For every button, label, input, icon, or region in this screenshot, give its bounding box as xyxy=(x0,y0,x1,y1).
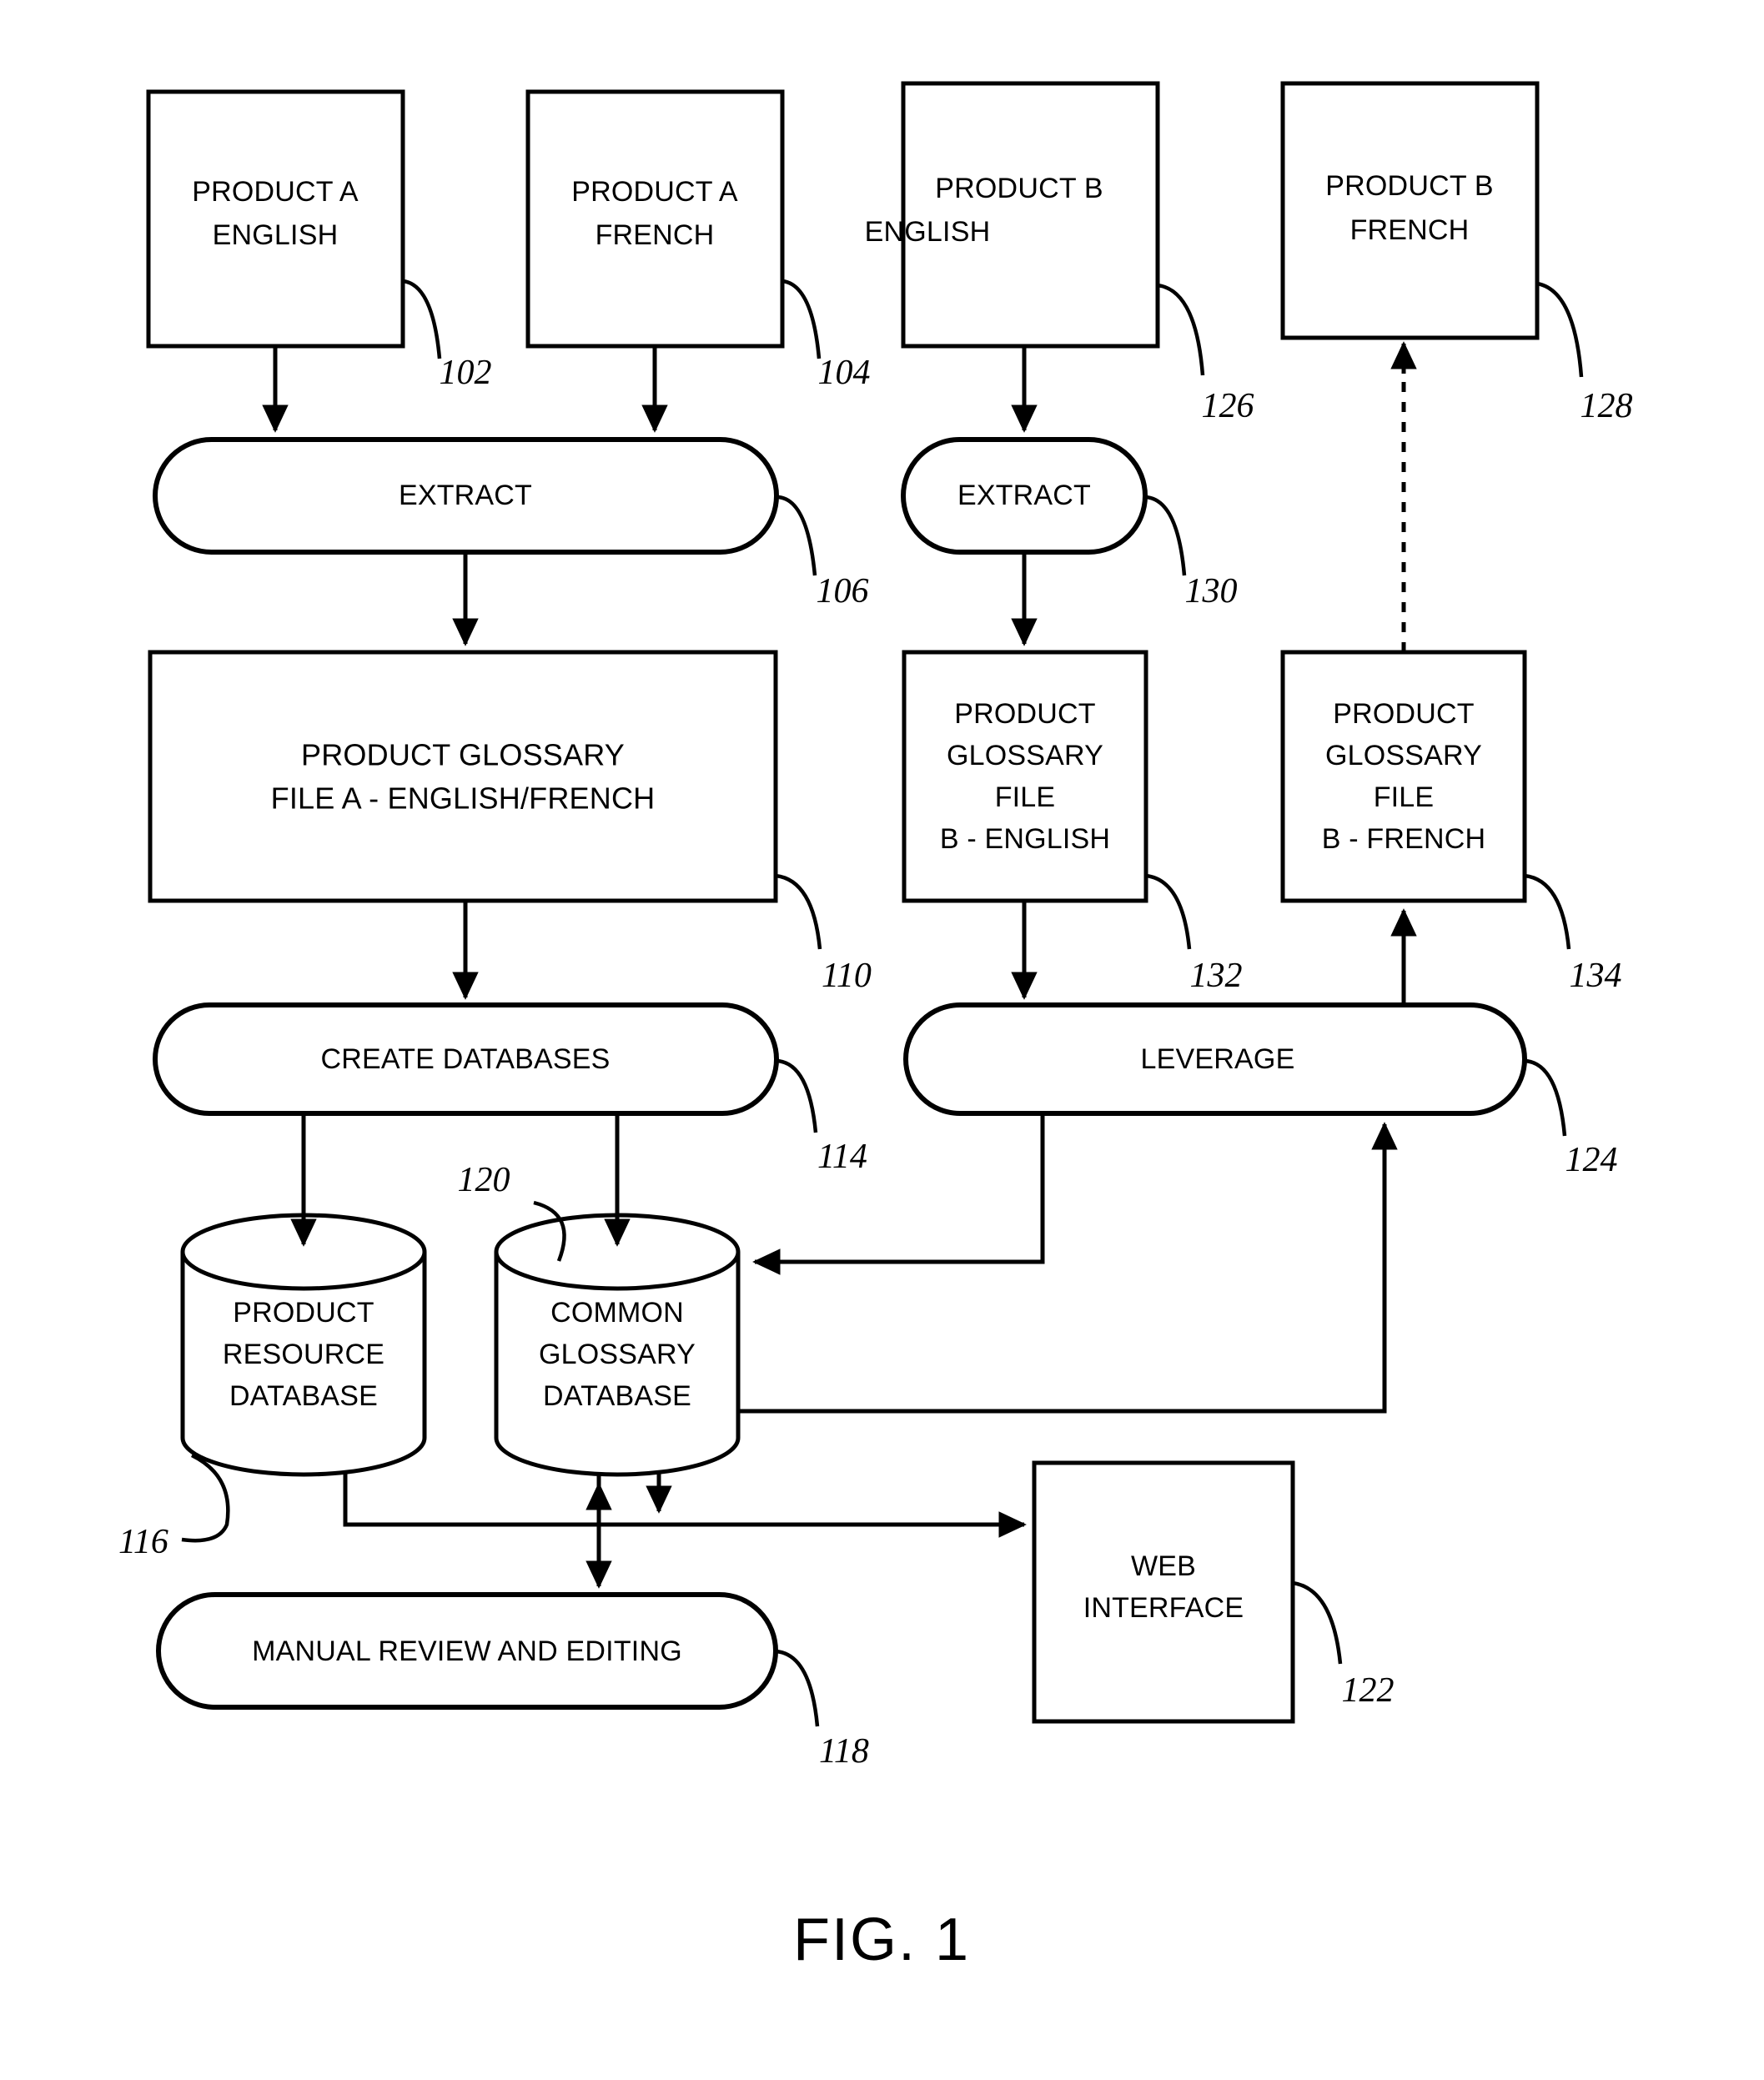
node-label-glossary-b-en-line1: PRODUCT xyxy=(954,698,1096,730)
diagram-canvas: PRODUCT A ENGLISH 102 PRODUCT A FRENCH 1… xyxy=(118,81,1633,1973)
node-label-prod-res-db-line2: RESOURCE xyxy=(223,1339,384,1370)
ref-number-118: 118 xyxy=(819,1732,869,1771)
node-leverage: LEVERAGE 124 xyxy=(903,1002,1618,1179)
node-label-product-b-french-line1: PRODUCT B xyxy=(1325,170,1493,202)
node-label-glossary-b-en-line4: B - ENGLISH xyxy=(940,823,1110,855)
node-label-glossary-b-fr-line1: PRODUCT xyxy=(1333,698,1475,730)
node-label-web-interface-line1: WEB xyxy=(1131,1550,1196,1582)
node-label-web-interface-line2: INTERFACE xyxy=(1083,1592,1244,1624)
node-glossary-file-b-french: PRODUCT GLOSSARY FILE B - FRENCH 134 xyxy=(1280,650,1622,995)
node-product-b-french: PRODUCT B FRENCH 128 xyxy=(1280,81,1633,425)
node-label-common-gloss-db-line1: COMMON xyxy=(550,1297,684,1329)
node-label-common-gloss-db-line3: DATABASE xyxy=(543,1380,691,1412)
node-label-glossary-b-en-line2: GLOSSARY xyxy=(947,740,1103,771)
ref-number-110: 110 xyxy=(822,957,872,995)
figure-caption: FIG. 1 xyxy=(793,1907,970,1973)
connector-116-to-122 xyxy=(343,1473,1027,1538)
connector-124-to-120 xyxy=(752,1113,1045,1275)
node-label-common-gloss-db-line2: GLOSSARY xyxy=(539,1339,696,1370)
ref-number-126: 126 xyxy=(1202,387,1254,425)
node-glossary-file-b-english: PRODUCT GLOSSARY FILE B - ENGLISH 132 xyxy=(902,650,1243,995)
ref-number-132: 132 xyxy=(1190,957,1243,995)
node-product-resource-database: PRODUCT RESOURCE DATABASE 116 xyxy=(118,1213,427,1561)
ref-number-116: 116 xyxy=(118,1523,168,1561)
node-extract-b: EXTRACT 130 xyxy=(901,437,1238,610)
node-product-a-french: PRODUCT A FRENCH 104 xyxy=(525,89,871,392)
patent-figure: PRODUCT A ENGLISH 102 PRODUCT A FRENCH 1… xyxy=(0,0,1764,2080)
node-label-prod-res-db-line3: DATABASE xyxy=(229,1380,378,1412)
node-label-prod-res-db-line1: PRODUCT xyxy=(233,1297,374,1329)
ref-number-120: 120 xyxy=(458,1161,510,1199)
ref-number-114: 114 xyxy=(817,1138,867,1176)
node-create-databases: CREATE DATABASES 114 xyxy=(153,1002,867,1176)
node-label-product-b-english-line2: ENGLISH xyxy=(865,216,991,248)
node-label-leverage: LEVERAGE xyxy=(1141,1043,1295,1075)
node-label-product-b-french-line2: FRENCH xyxy=(1350,214,1470,246)
node-label-product-a-english-line2: ENGLISH xyxy=(213,219,339,251)
node-label-glossary-a-line1: PRODUCT GLOSSARY xyxy=(301,738,625,772)
node-product-b-english: PRODUCT B ENGLISH 126 xyxy=(865,81,1254,425)
node-product-a-english: PRODUCT A ENGLISH 102 xyxy=(146,89,492,392)
ref-number-122: 122 xyxy=(1342,1671,1395,1710)
node-label-extract-a: EXTRACT xyxy=(399,480,532,511)
node-label-glossary-b-fr-line2: GLOSSARY xyxy=(1325,740,1482,771)
node-label-create-databases: CREATE DATABASES xyxy=(320,1043,610,1075)
ref-number-128: 128 xyxy=(1581,387,1633,425)
node-label-product-a-french-line2: FRENCH xyxy=(596,219,715,251)
node-label-extract-b: EXTRACT xyxy=(957,480,1091,511)
node-label-manual-review: MANUAL REVIEW AND EDITING xyxy=(252,1635,682,1667)
ref-number-134: 134 xyxy=(1570,957,1622,995)
node-label-glossary-a-line2: FILE A - ENGLISH/FRENCH xyxy=(271,781,656,816)
node-label-glossary-b-en-line3: FILE xyxy=(995,781,1056,813)
node-common-glossary-database: COMMON GLOSSARY DATABASE 120 xyxy=(458,1161,741,1477)
ref-number-102: 102 xyxy=(440,354,492,392)
node-glossary-file-a: PRODUCT GLOSSARY FILE A - ENGLISH/FRENCH… xyxy=(148,650,872,995)
ref-number-130: 130 xyxy=(1185,572,1238,610)
node-label-glossary-b-fr-line4: B - FRENCH xyxy=(1322,823,1486,855)
node-label-glossary-b-fr-line3: FILE xyxy=(1374,781,1435,813)
node-label-product-a-english-line1: PRODUCT A xyxy=(192,176,359,208)
node-extract-a: EXTRACT 106 xyxy=(153,437,869,610)
node-label-product-a-french-line1: PRODUCT A xyxy=(571,176,738,208)
ref-number-124: 124 xyxy=(1565,1141,1618,1179)
node-label-product-b-english-line1: PRODUCT B xyxy=(935,173,1103,204)
node-manual-review: MANUAL REVIEW AND EDITING 118 xyxy=(156,1592,869,1771)
node-web-interface: WEB INTERFACE 122 xyxy=(1032,1460,1395,1724)
ref-number-106: 106 xyxy=(817,572,869,610)
ref-number-104: 104 xyxy=(818,354,871,392)
